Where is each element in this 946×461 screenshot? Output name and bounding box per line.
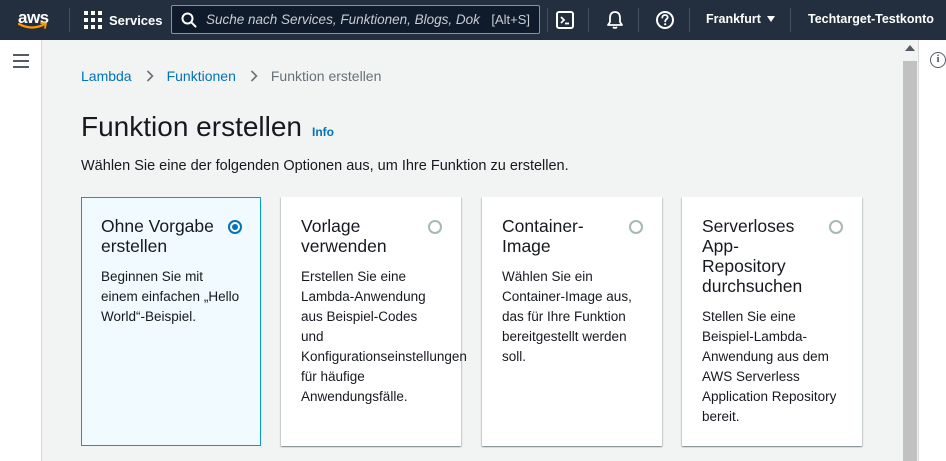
option-description: Wählen Sie ein Container-Image aus, das … <box>502 269 632 364</box>
divider <box>638 8 639 32</box>
search-box[interactable]: [Alt+S] <box>171 5 540 34</box>
aws-logo[interactable]: aws <box>14 6 54 34</box>
divider <box>689 8 690 32</box>
option-radio[interactable] <box>428 220 442 234</box>
services-menu-button[interactable]: Services <box>84 9 163 31</box>
option-card-use-blueprint[interactable]: Vorlage verwenden Erstellen Sie eine Lam… <box>281 197 467 446</box>
option-title: Vorlage verwenden <box>301 216 387 256</box>
option-radio[interactable] <box>629 220 643 234</box>
region-label: Frankfurt <box>706 12 761 26</box>
info-link[interactable]: Info <box>312 125 334 139</box>
account-menu[interactable]: Techtarget-Testkonto <box>808 12 934 26</box>
caret-down-icon <box>766 16 775 22</box>
option-card-container-image[interactable]: Container-Image Wählen Sie ein Container… <box>482 197 662 446</box>
side-navigation-rail <box>0 40 42 461</box>
help-icon[interactable] <box>655 10 675 30</box>
page-title-text: Funktion erstellen <box>81 111 303 142</box>
grid-icon <box>84 11 102 29</box>
cloudshell-icon[interactable] <box>555 10 575 30</box>
bell-icon[interactable] <box>605 10 625 30</box>
option-description: Beginnen Sie mit einem einfachen „Hello … <box>101 269 240 324</box>
account-label: Techtarget-Testkonto <box>808 12 934 26</box>
breadcrumb-current: Funktion erstellen <box>270 68 382 84</box>
option-radio[interactable] <box>228 220 242 234</box>
search-icon <box>181 12 197 27</box>
chevron-right-icon <box>146 70 154 82</box>
option-description: Erstellen Sie eine Lambda-Anwendung aus … <box>301 269 467 404</box>
divider <box>790 8 791 32</box>
tools-panel-rail: i <box>918 40 946 461</box>
services-label: Services <box>109 12 163 28</box>
search-input[interactable] <box>206 12 492 27</box>
radio-selected-dot <box>232 224 238 230</box>
breadcrumb: Lambda Funktionen Funktion erstellen <box>81 68 381 84</box>
option-description: Stellen Sie eine Beispiel-Lambda-Anwendu… <box>702 309 837 424</box>
option-card-author-from-scratch[interactable]: Ohne Vorgabe erstellen Beginnen Sie mit … <box>81 197 261 446</box>
page-title: Funktion erstellen Info <box>81 111 334 143</box>
page-description: Wählen Sie eine der folgenden Optionen a… <box>81 158 569 174</box>
divider <box>69 8 70 32</box>
region-selector[interactable]: Frankfurt <box>706 12 775 26</box>
option-card-serverless-app-repository[interactable]: Serverloses App-Repository durchsuchen S… <box>682 197 862 446</box>
chevron-right-icon <box>250 70 258 82</box>
option-title: Ohne Vorgabe erstellen <box>101 216 214 256</box>
breadcrumb-funktionen[interactable]: Funktionen <box>167 68 236 84</box>
option-radio[interactable] <box>829 220 843 234</box>
breadcrumb-lambda[interactable]: Lambda <box>81 68 132 84</box>
option-title: Serverloses App-Repository durchsuchen <box>702 216 803 296</box>
scroll-up-arrow-icon[interactable] <box>905 45 915 51</box>
info-icon[interactable]: i <box>930 52 946 68</box>
divider <box>588 8 589 32</box>
menu-icon[interactable] <box>13 54 29 68</box>
search-shortcut: [Alt+S] <box>491 12 530 27</box>
scrollbar-thumb[interactable] <box>903 61 917 461</box>
aws-smile-icon <box>18 22 48 29</box>
divider <box>547 8 548 32</box>
top-navigation-bar: aws Services [Alt+S] Frankf <box>0 0 946 40</box>
option-title: Container-Image <box>502 216 584 256</box>
